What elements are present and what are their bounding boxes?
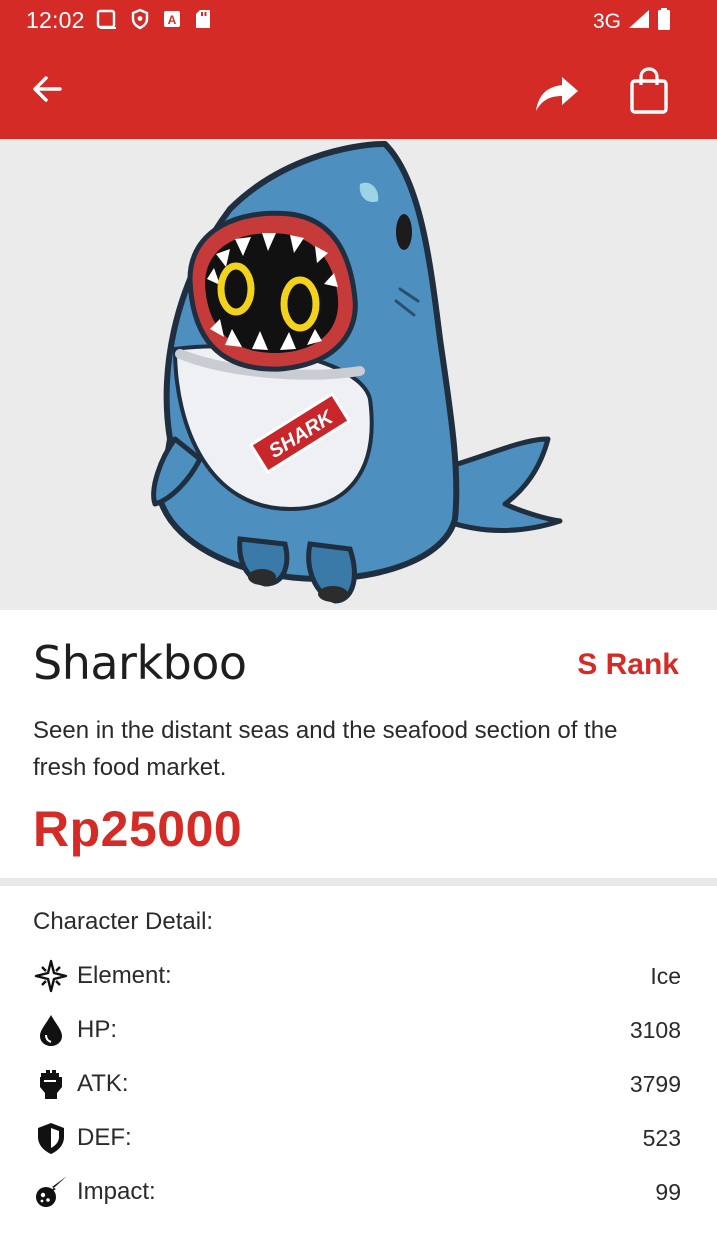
sd-card-icon	[194, 8, 212, 35]
svg-text:A: A	[168, 13, 177, 27]
status-time: 12:02	[26, 7, 85, 33]
detail-row-impact: Impact: 99	[33, 1172, 681, 1212]
detail-value: 99	[655, 1178, 681, 1205]
impact-icon	[33, 1174, 69, 1210]
character-details: Character Detail: Element: Ice HP: 3108 …	[0, 886, 717, 1233]
section-divider	[0, 878, 717, 886]
status-icons-left: A	[96, 8, 212, 35]
detail-label: DEF:	[77, 1124, 132, 1151]
atk-fist-icon	[33, 1066, 69, 1102]
app-bar	[0, 42, 717, 139]
status-icons-right: 3G	[593, 7, 671, 36]
product-info: Sharkboo S Rank Seen in the distant seas…	[0, 610, 717, 878]
detail-row-def: DEF: 523	[33, 1118, 681, 1158]
share-icon	[536, 77, 578, 111]
detail-label: Impact:	[77, 1178, 156, 1205]
battery-icon	[657, 7, 671, 36]
detail-row-hp: HP: 3108	[33, 1010, 681, 1050]
cart-button[interactable]	[622, 62, 676, 120]
sharkboo-illustration: SHARK	[151, 141, 563, 604]
product-name: Sharkboo	[33, 636, 247, 690]
product-price: Rp25000	[33, 801, 243, 857]
detail-row-element: Element: Ice	[33, 956, 681, 996]
rank-badge: S Rank	[577, 648, 679, 681]
shield-icon	[130, 8, 150, 35]
def-shield-icon	[33, 1120, 69, 1156]
detail-label: ATK:	[77, 1070, 129, 1097]
detail-value: 3108	[629, 1016, 681, 1043]
signal-icon	[627, 8, 651, 35]
detail-label: Element:	[77, 962, 172, 989]
network-type: 3G	[592, 9, 621, 33]
screen-icon	[96, 9, 118, 34]
a-badge-icon: A	[162, 9, 182, 34]
product-description: Seen in the distant seas and the seafood…	[33, 717, 618, 781]
element-icon	[33, 958, 69, 994]
detail-value: 523	[642, 1124, 681, 1151]
product-image: SHARK	[0, 139, 717, 610]
detail-value: Ice	[650, 962, 681, 989]
back-arrow-icon	[33, 76, 62, 102]
details-title: Character Detail:	[33, 908, 214, 935]
detail-row-atk: ATK: 3799	[33, 1064, 681, 1104]
shopping-bag-icon	[630, 67, 668, 114]
status-bar: 12:02 A 3G	[0, 0, 717, 42]
share-button[interactable]	[530, 66, 584, 120]
hp-drop-icon	[33, 1012, 69, 1048]
detail-value: 3799	[629, 1070, 681, 1097]
detail-label: HP:	[77, 1016, 118, 1043]
back-button[interactable]	[24, 66, 70, 112]
